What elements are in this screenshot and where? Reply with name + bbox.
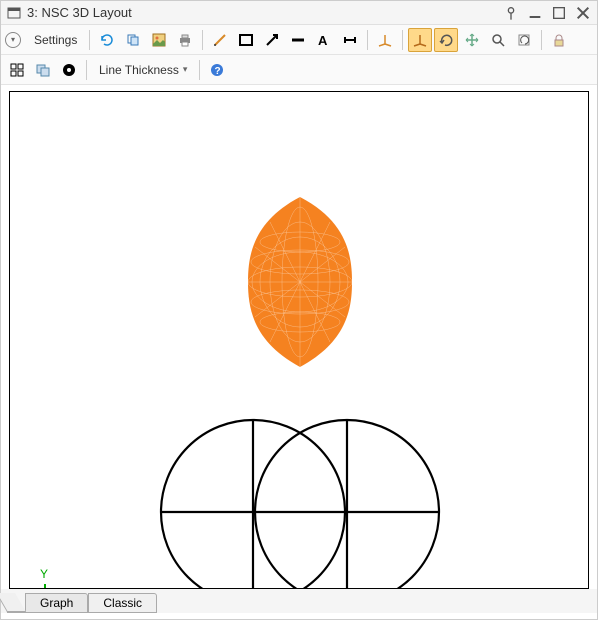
window-list-button[interactable] [31,58,55,82]
separator [89,30,90,50]
settings-label: Settings [34,33,77,47]
tab-label: Graph [40,596,73,610]
tab-classic[interactable]: Classic [88,593,157,613]
axis-tripod-button[interactable] [373,28,397,52]
close-button[interactable] [575,5,591,21]
reset-view-button[interactable] [512,28,536,52]
print-button[interactable] [173,28,197,52]
line-thickness-dropdown[interactable]: Line Thickness ▾ [92,58,194,82]
help-button[interactable]: ? [205,58,229,82]
pan-button[interactable] [460,28,484,52]
svg-text:?: ? [215,66,221,77]
separator [541,30,542,50]
tab-graph[interactable]: Graph [25,593,88,613]
settings-dropdown[interactable]: Settings [27,28,84,52]
pen-tool-button[interactable] [208,28,232,52]
orbit-button[interactable] [408,28,432,52]
lock-button[interactable] [547,28,571,52]
refresh-button[interactable] [95,28,119,52]
pin-button[interactable] [503,5,519,21]
expand-toggle[interactable]: ▾ [5,32,21,48]
viewport-3d[interactable]: 2 mm Y Z [9,91,589,589]
target-button[interactable] [57,58,81,82]
grid-button[interactable] [5,58,29,82]
separator [402,30,403,50]
tab-strip: Graph Classic [1,589,597,613]
maximize-button[interactable] [551,5,567,21]
separator [367,30,368,50]
rotate-button[interactable] [434,28,458,52]
window-title: 3: NSC 3D Layout [27,5,503,20]
dimension-tool-button[interactable] [338,28,362,52]
copy-button[interactable] [121,28,145,52]
title-bar: 3: NSC 3D Layout [1,1,597,25]
separator [86,60,87,80]
chevron-down-icon: ▾ [183,64,188,75]
tab-label: Classic [103,596,142,610]
zoom-button[interactable] [486,28,510,52]
arrow-tool-button[interactable] [260,28,284,52]
minimize-button[interactable] [527,5,543,21]
toolbar-secondary: Line Thickness ▾ ? [1,55,597,85]
separator [202,30,203,50]
save-image-button[interactable] [147,28,171,52]
rectangle-tool-button[interactable] [234,28,258,52]
line-thickness-label: Line Thickness [99,63,179,77]
toolbar-primary: ▾ Settings A [1,25,597,55]
line-tool-button[interactable] [286,28,310,52]
app-icon [7,6,21,20]
tab-decoration [7,593,25,613]
svg-text:A: A [318,33,328,48]
separator [199,60,200,80]
axis-y-label: Y [40,567,48,581]
text-tool-button[interactable]: A [312,28,336,52]
